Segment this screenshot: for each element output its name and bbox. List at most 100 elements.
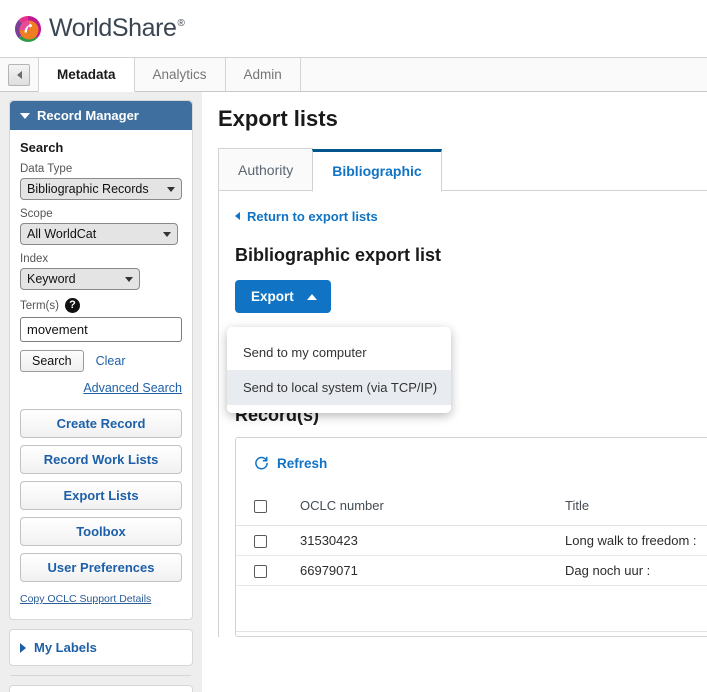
scope-select-wrap: All WorldCat <box>20 223 178 245</box>
index-select-wrap: Keyword <box>20 268 140 290</box>
worldshare-globe-logo-icon <box>14 15 42 43</box>
main-content: Export lists Authority Bibliographic Ret… <box>202 92 707 692</box>
global-tab-admin[interactable]: Admin <box>224 58 301 91</box>
sidebar-item-collection-manager[interactable]: Collection Manager <box>10 686 192 692</box>
data-type-select[interactable]: Bibliographic Records <box>20 178 182 200</box>
help-glyph: ? <box>69 299 76 311</box>
header-oclc-number[interactable]: OCLC number <box>294 490 559 527</box>
data-type-select-wrap: Bibliographic Records <box>20 178 182 200</box>
bibliographic-export-list-title: Bibliographic export list <box>235 245 442 265</box>
tab-bibliographic-label: Bibliographic <box>332 163 422 179</box>
row-checkbox-cell <box>236 555 294 587</box>
tab-authority[interactable]: Authority <box>218 148 314 191</box>
record-manager-title: Record Manager <box>37 108 139 123</box>
data-type-label: Data Type <box>20 163 73 175</box>
advanced-search-row: Advanced Search <box>20 379 182 397</box>
global-tab-admin-label: Admin <box>243 67 282 82</box>
nav-button-user-preferences[interactable]: User Preferences <box>20 553 182 582</box>
table-row[interactable]: 66979071 Dag noch uur : <box>236 555 707 587</box>
index-select[interactable]: Keyword <box>20 268 140 290</box>
global-tab-bar: Metadata Analytics Admin <box>0 58 707 92</box>
row-checkbox[interactable] <box>254 565 267 579</box>
empty-cell <box>294 585 559 633</box>
search-heading: Search <box>20 140 64 155</box>
refresh-icon <box>255 456 268 470</box>
global-tab-analytics-label: Analytics <box>152 67 207 82</box>
terms-label: Term(s) <box>20 299 59 312</box>
table-row[interactable]: 31530423 Long walk to freedom : <box>236 525 707 557</box>
global-tab-metadata[interactable]: Metadata <box>38 58 135 92</box>
return-link-label: Return to export lists <box>247 208 378 224</box>
caret-up-icon <box>306 293 317 300</box>
index-label: Index <box>20 253 49 265</box>
record-manager-nav-buttons: Create Record Record Work Lists Export L… <box>20 409 182 582</box>
empty-cell <box>559 585 707 633</box>
sidebar-item-record-manager[interactable]: Record Manager <box>10 101 192 130</box>
brand-wordmark: WorldShare® <box>49 14 185 43</box>
caret-down-icon <box>20 112 30 119</box>
row-checkbox-cell <box>236 525 294 557</box>
table-empty-row <box>236 585 707 633</box>
menu-item-send-to-local-system[interactable]: Send to local system (via TCP/IP) <box>227 370 451 405</box>
brand-header: WorldShare® <box>0 0 707 58</box>
registered-mark: ® <box>177 18 185 29</box>
global-tab-analytics[interactable]: Analytics <box>133 58 226 91</box>
menu-item-send-to-my-computer[interactable]: Send to my computer <box>227 335 451 370</box>
content-tab-bar: Authority Bibliographic <box>218 148 707 192</box>
row-title: Long walk to freedom : <box>559 525 707 557</box>
sidebar-item-my-labels[interactable]: My Labels <box>10 630 192 665</box>
records-table-body: 31530423 Long walk to freedom : 66979071… <box>236 525 707 633</box>
clear-link[interactable]: Clear <box>96 354 126 368</box>
select-all-checkbox[interactable] <box>254 500 267 514</box>
chevron-left-icon <box>16 70 22 79</box>
page-title: Export lists <box>218 106 338 131</box>
records-table-head: OCLC number Title <box>236 490 707 527</box>
help-question-icon[interactable]: ? <box>64 298 80 313</box>
row-oclc-number: 31530423 <box>294 525 559 557</box>
caret-right-icon <box>20 642 26 653</box>
tab-panel-bibliographic: Return to export lists Bibliographic exp… <box>218 191 707 637</box>
advanced-search-link[interactable]: Advanced Search <box>83 381 182 395</box>
nav-button-record-work-lists[interactable]: Record Work Lists <box>20 445 182 474</box>
sidebar-panel-collection-manager: Collection Manager <box>9 685 193 692</box>
records-table: OCLC number Title 31530423 Long walk to … <box>236 490 707 633</box>
scope-select[interactable]: All WorldCat <box>20 223 178 245</box>
global-tab-metadata-label: Metadata <box>57 67 116 82</box>
nav-button-create-record[interactable]: Create Record <box>20 409 182 438</box>
sidebar-panel-record-manager: Record Manager Search Data Type Bibliogr… <box>9 100 193 620</box>
return-to-export-lists-link[interactable]: Return to export lists <box>235 209 378 224</box>
tab-authority-label: Authority <box>238 162 294 178</box>
empty-cell <box>236 585 294 633</box>
search-terms-input[interactable] <box>20 317 182 342</box>
table-header-row: OCLC number Title <box>236 490 707 527</box>
copy-oclc-support-details-link[interactable]: Copy OCLC Support Details <box>20 593 151 605</box>
refresh-label: Refresh <box>277 456 328 471</box>
search-button[interactable]: Search <box>20 350 84 372</box>
chevron-left-icon <box>235 212 240 220</box>
export-dropdown-menu: Send to my computer Send to local system… <box>227 327 451 413</box>
refresh-row: Refresh <box>236 438 707 490</box>
sidebar: Record Manager Search Data Type Bibliogr… <box>0 92 202 692</box>
search-actions-row: Search Clear <box>20 350 182 372</box>
scope-label: Scope <box>20 208 53 220</box>
sidebar-collapse-toggle[interactable] <box>8 63 30 86</box>
row-checkbox[interactable] <box>254 535 267 549</box>
row-oclc-number: 66979071 <box>294 555 559 587</box>
sidebar-divider <box>11 675 191 676</box>
record-manager-body: Search Data Type Bibliographic Records S… <box>10 130 192 619</box>
records-card: Refresh OCLC number Title 31530423 Long … <box>235 437 707 637</box>
nav-button-export-lists[interactable]: Export Lists <box>20 481 182 510</box>
refresh-button[interactable]: Refresh <box>254 456 327 471</box>
terms-label-row: Term(s) ? <box>20 298 182 313</box>
header-select-all <box>236 490 294 527</box>
brand-name: WorldShare <box>49 14 177 42</box>
tab-bibliographic[interactable]: Bibliographic <box>312 149 442 192</box>
export-button-label: Export <box>251 289 294 304</box>
export-button[interactable]: Export <box>235 280 331 313</box>
header-title[interactable]: Title <box>559 490 707 527</box>
sidebar-panel-my-labels: My Labels <box>9 629 193 666</box>
page-body: Record Manager Search Data Type Bibliogr… <box>0 92 707 692</box>
row-title: Dag noch uur : <box>559 555 707 587</box>
my-labels-title: My Labels <box>34 640 97 655</box>
nav-button-toolbox[interactable]: Toolbox <box>20 517 182 546</box>
